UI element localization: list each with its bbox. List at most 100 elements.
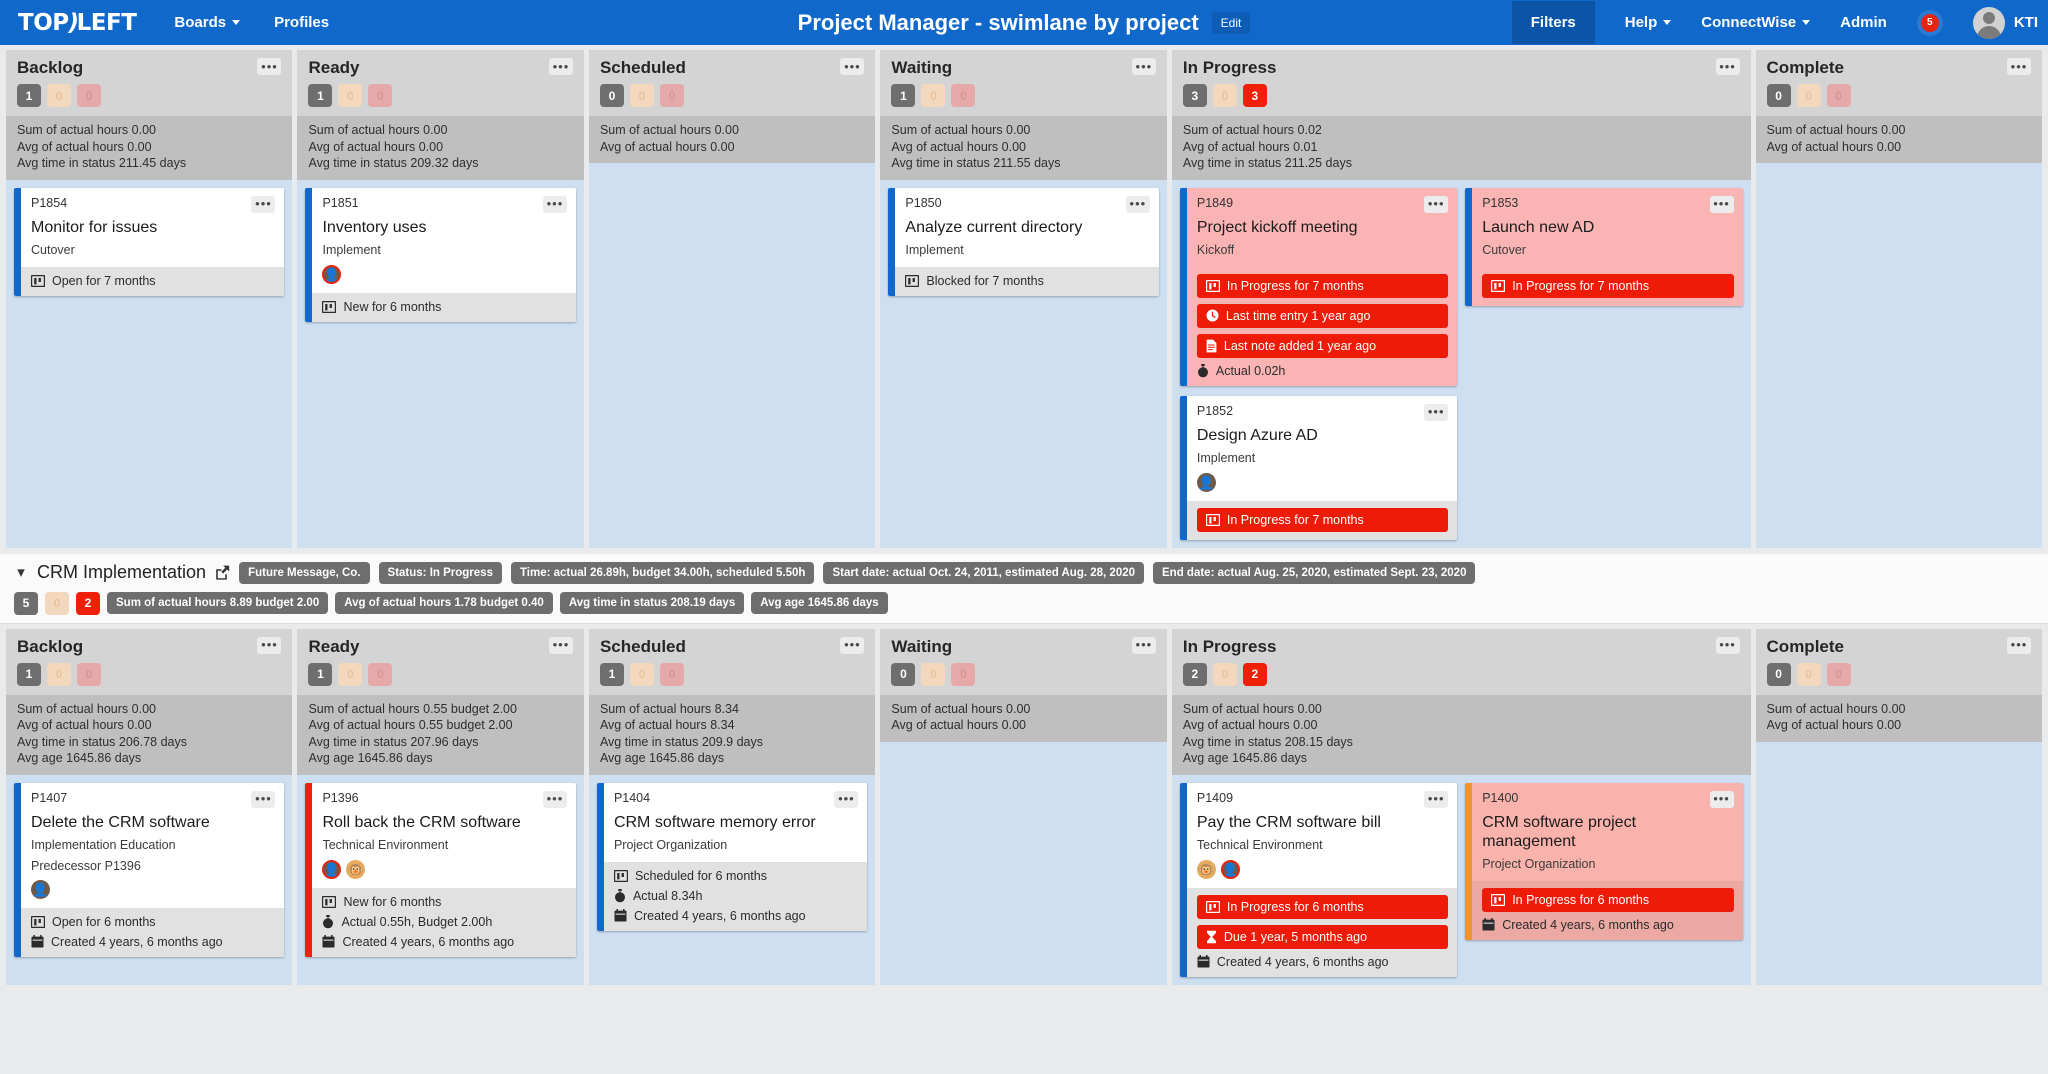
column-menu-button[interactable]: ••• [2007,636,2031,654]
avatar[interactable]: 👤 [31,879,50,899]
kanban-card[interactable]: P1404 ••• CRM software memory error Project… [596,782,868,931]
swimlane-stat-pill: Avg age 1645.86 days [751,592,888,614]
nav-item-connectwise[interactable]: ConnectWise [1701,14,1811,31]
card-menu-button[interactable]: ••• [1709,790,1734,808]
kanban-card[interactable]: P1852 ••• Design Azure AD Implement 👤 In Prog… [1179,395,1458,540]
column-card-list: P1407 ••• Delete the CRM software Implement… [6,775,292,985]
column-header-row: Scheduled ••• [600,636,865,657]
kanban-icon [1205,900,1220,913]
calendar-icon [614,909,627,922]
column-stat-line: Avg age 1645.86 days [599,751,725,765]
column-card-list [880,742,1166,985]
column-menu-button[interactable]: ••• [1715,58,1740,75]
kanban-card[interactable]: P1409 ••• Pay the CRM software bill Technic… [1179,782,1458,977]
filters-button[interactable]: Filters [1511,1,1595,44]
swimlane-stat-pill: Sum of actual hours 8.89 budget 2.00 [107,592,329,614]
column-statistics: Sum of actual hours 0.00 Avg of actual ho… [1171,694,1751,775]
card-assignees: 👤 [322,264,566,284]
card-body: P1396 ••• Roll back the CRM software Techni… [312,783,575,888]
avatar[interactable]: 🐵 [346,859,366,879]
swimlane-header-top-row: ▾ CRM Implementation Future Message, Co. St… [14,561,2034,584]
nav-item-profiles-label: Profiles [274,14,330,31]
column-counts: 100 [891,84,1155,107]
column-card-list: P1851 ••• Inventory uses Implement 👤 New for … [297,180,583,548]
card-header: P1404 ••• [614,790,859,808]
column-menu-button[interactable]: ••• [1131,636,1156,654]
column-header-row: Complete ••• [1767,58,2031,78]
kanban-card[interactable]: P1851 ••• Inventory uses Implement 👤 New for … [305,187,576,322]
card-status-stripe [1179,782,1187,977]
avatar[interactable]: 👤 [322,264,342,284]
avatar[interactable]: 👤 [322,859,342,879]
card-menu-button[interactable]: ••• [251,790,276,808]
nav-item-help[interactable]: Help [1625,14,1672,31]
card-menu-button[interactable]: ••• [542,195,567,213]
column-card-subcolumn: P1849 ••• Project kickoff meeting Kickoff In… [1179,187,1458,540]
kanban-card[interactable]: P1407 ••• Delete the CRM software Implement… [14,782,285,957]
column-menu-button[interactable]: ••• [548,58,573,75]
card-menu-button[interactable]: ••• [251,195,276,213]
edit-board-button[interactable]: Edit [1211,11,1251,34]
card-subtitle: Kickoff [1196,242,1235,257]
chevron-down-icon[interactable]: ▾ [14,565,28,580]
column-title: Backlog [17,636,84,656]
card-menu-button[interactable]: ••• [1125,195,1150,213]
column-menu-button[interactable]: ••• [1131,58,1156,75]
card-id-label: P1396 [322,790,359,805]
kanban-card[interactable]: P1850 ••• Analyze current directory Impleme… [888,187,1159,296]
column-header: Scheduled ••• 1 0 0 [588,628,876,695]
card-menu-button[interactable]: ••• [1424,195,1449,213]
column-header-row: Complete ••• [1767,636,2031,657]
card-menu-button[interactable]: ••• [1424,403,1449,421]
notifications-button[interactable]: 5 [1916,9,1943,36]
external-link-icon[interactable] [215,565,230,580]
kanban-card[interactable]: P1854 ••• Monitor for issues Cutover Open fo… [14,187,285,296]
card-meta-label: Created 4 years, 6 months ago [1502,917,1674,932]
column-menu-button[interactable]: ••• [548,636,573,654]
kanban-card[interactable]: P1396 ••• Roll back the CRM software Techni… [305,782,576,957]
user-menu[interactable]: KTI [1972,6,2038,39]
column-card-list: P1409 ••• Pay the CRM software bill Technic… [1172,775,1751,985]
column-menu-button[interactable]: ••• [257,636,282,654]
card-subtitle: Implement [1196,450,1256,465]
kanban-card[interactable]: P1400 ••• CRM software project management P… [1465,782,1743,940]
card-status-stripe [305,187,313,322]
card-title: Design Azure AD [1196,426,1318,444]
column-menu-button[interactable]: ••• [840,636,865,654]
column-menu-button[interactable]: ••• [1715,636,1740,654]
notification-count-badge: 5 [1920,13,1939,32]
card-menu-button[interactable]: ••• [1709,195,1734,213]
column-counts: 100 [308,84,572,107]
card-status-badge: Last note added 1 year ago [1196,333,1449,358]
avatar[interactable]: 👤 [1196,472,1216,492]
column-stat-line: Sum of actual hours 0.00 [891,701,1031,716]
column-count-badge: 0 [1766,662,1791,686]
kanban-column-complete: Complete ••• 0 0 0 Sum of actual hours 0.00 Av… [1755,628,2042,985]
card-footer: Blocked for 7 months [895,266,1159,296]
kanban-card[interactable]: P1849 ••• Project kickoff meeting Kickoff In… [1179,187,1458,386]
kanban-column-in-progress: In Progress ••• 3 0 3 Sum of actual hours 0.0… [1171,50,1751,548]
column-count-badge: 0 [629,84,654,107]
nav-item-admin[interactable]: Admin [1840,14,1887,31]
column-menu-button[interactable]: ••• [257,58,282,75]
card-meta-label: Actual 8.34h [632,888,703,903]
card-menu-button[interactable]: ••• [542,790,567,808]
column-menu-button[interactable]: ••• [840,58,865,75]
card-body: P1850 ••• Analyze current directory Impleme… [895,188,1158,267]
column-count-badge: 1 [17,84,41,107]
kanban-card[interactable]: P1853 ••• Launch new AD Cutover In Progress … [1465,187,1743,306]
swimlane-count-badge: 2 [76,591,100,615]
column-header-row: In Progress ••• [1183,58,1740,78]
column-header: Waiting ••• 0 0 0 [880,628,1167,695]
card-meta-line: Open for 7 months [31,274,275,288]
avatar[interactable]: 👤 [1220,859,1240,879]
card-menu-button[interactable]: ••• [834,790,859,808]
nav-item-boards[interactable]: Boards [174,14,241,31]
column-menu-button[interactable]: ••• [2007,58,2031,75]
app-logo[interactable]: TOP) LEFT [18,10,137,36]
card-menu-button[interactable]: ••• [1424,790,1449,808]
card-subtitle: Project Organization [613,837,728,852]
avatar[interactable]: 🐵 [1196,859,1216,879]
nav-item-profiles[interactable]: Profiles [274,14,329,31]
kanban-column-waiting: Waiting ••• 0 0 0 Sum of actual hours 0.00 Avg… [880,628,1167,985]
